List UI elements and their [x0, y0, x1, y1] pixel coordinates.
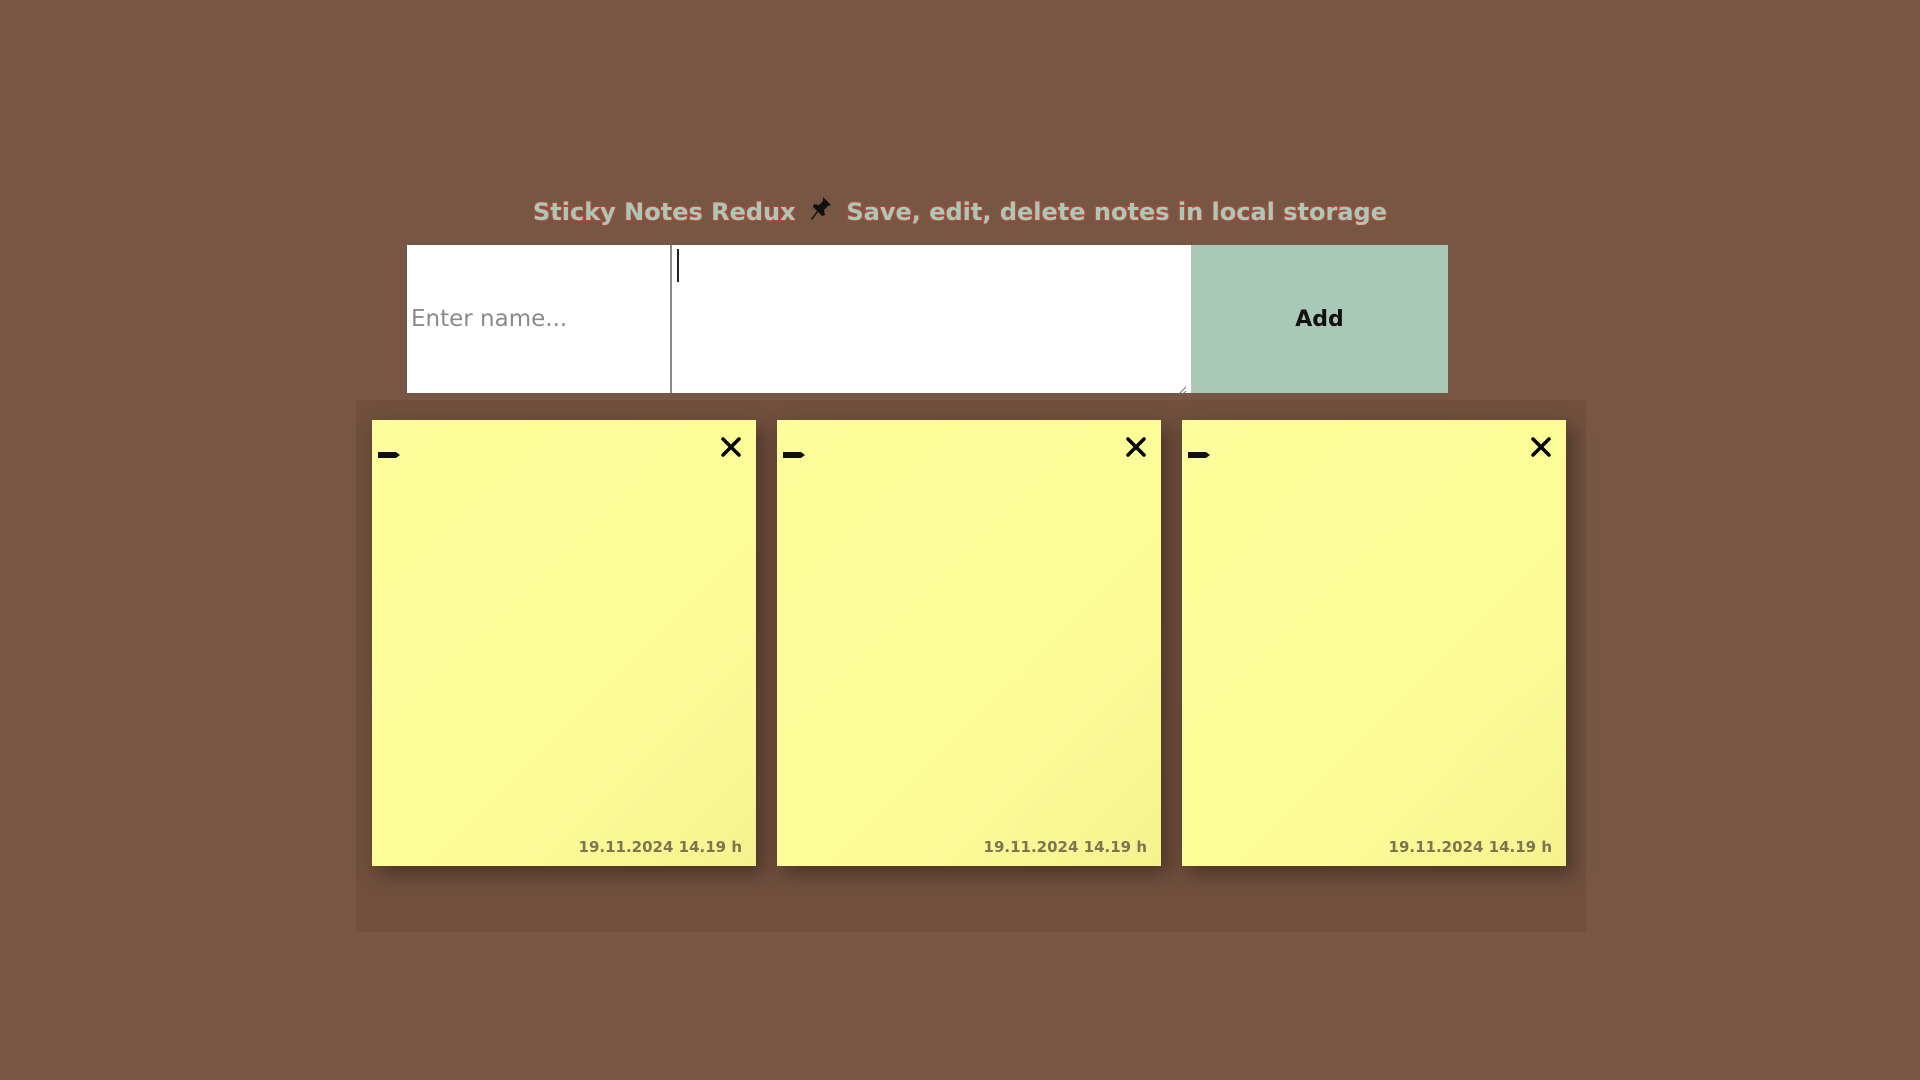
drag-handle-icon[interactable] — [783, 444, 807, 458]
note-form: Add — [407, 245, 1448, 395]
close-icon — [1531, 437, 1551, 457]
delete-note-button[interactable] — [1123, 434, 1149, 460]
note-timestamp: 19.11.2024 14.19 h — [578, 838, 742, 856]
title-app-name: Sticky Notes Redux — [532, 198, 796, 226]
content-input[interactable] — [672, 245, 1191, 393]
resize-grip-icon[interactable] — [1177, 380, 1187, 395]
note-timestamp: 19.11.2024 14.19 h — [983, 838, 1147, 856]
notes-board: 19.11.2024 14.19 h 19.11.2024 14.19 h 19… — [356, 400, 1586, 932]
delete-note-button[interactable] — [718, 434, 744, 460]
delete-note-button[interactable] — [1528, 434, 1554, 460]
note-content[interactable] — [787, 468, 1151, 826]
note-content[interactable] — [382, 468, 746, 826]
name-input[interactable] — [407, 245, 672, 393]
drag-handle-icon[interactable] — [378, 444, 402, 458]
add-button[interactable]: Add — [1191, 245, 1448, 393]
note-content[interactable] — [1192, 468, 1556, 826]
sticky-note[interactable]: 19.11.2024 14.19 h — [372, 420, 756, 866]
pushpin-icon — [810, 196, 832, 228]
close-icon — [721, 437, 741, 457]
app: Sticky Notes Redux Save, edit, delete no… — [0, 0, 1920, 1080]
note-timestamp: 19.11.2024 14.19 h — [1388, 838, 1552, 856]
sticky-note[interactable]: 19.11.2024 14.19 h — [777, 420, 1161, 866]
text-caret — [677, 249, 679, 282]
drag-handle-icon[interactable] — [1188, 444, 1212, 458]
page-title: Sticky Notes Redux Save, edit, delete no… — [0, 196, 1920, 228]
close-icon — [1126, 437, 1146, 457]
title-tagline: Save, edit, delete notes in local storag… — [846, 198, 1387, 226]
content-input-wrapper — [672, 245, 1191, 395]
sticky-note[interactable]: 19.11.2024 14.19 h — [1182, 420, 1566, 866]
